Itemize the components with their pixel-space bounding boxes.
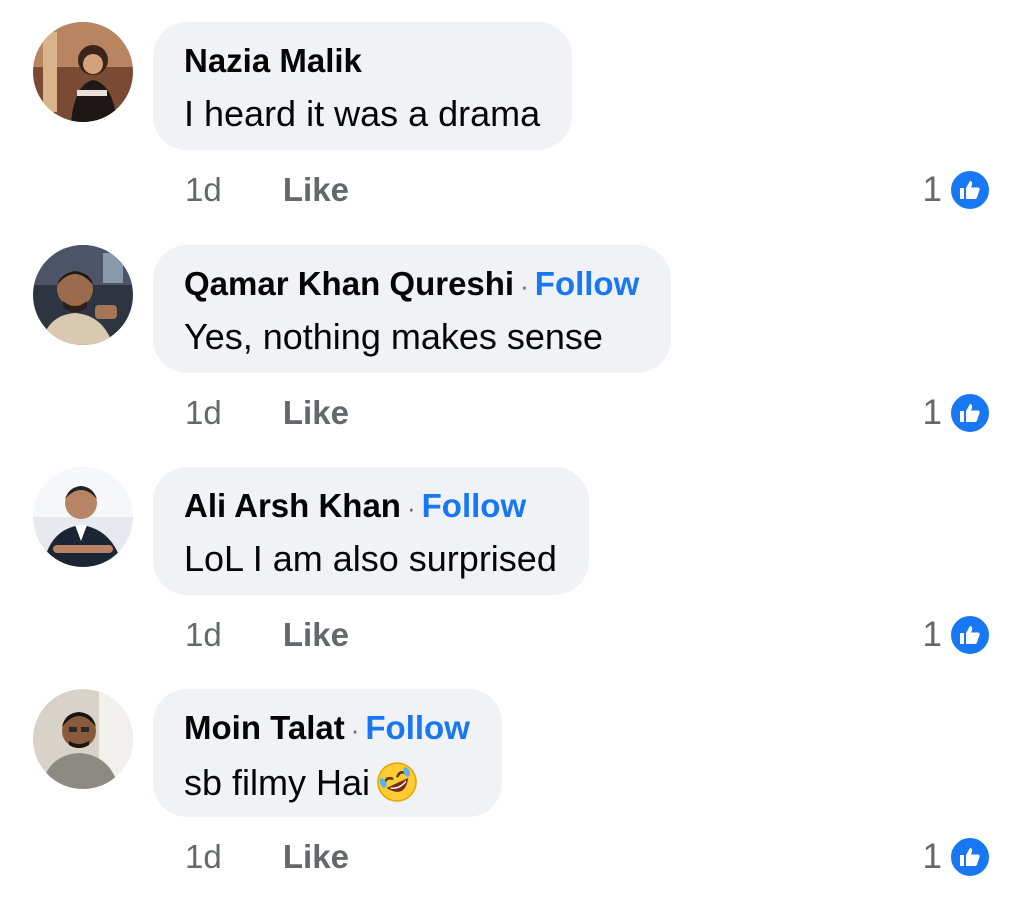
thumbs-up-icon <box>948 168 992 212</box>
reaction-summary[interactable]: 1 <box>923 391 992 435</box>
reaction-summary[interactable]: 1 <box>923 168 992 212</box>
author-name[interactable]: Ali Arsh Khan <box>184 487 401 524</box>
separator-dot: · <box>406 493 416 523</box>
comment-text: LoL I am also surprised <box>184 538 557 579</box>
thumbs-up-icon <box>948 835 992 879</box>
follow-button[interactable]: Follow <box>535 265 639 302</box>
comment-text: sb filmy Hai <box>184 761 470 811</box>
thumbs-up-icon <box>948 613 992 657</box>
rolling-on-floor-laughing-emoji <box>376 761 418 811</box>
comment-bubble: Nazia Malik I heard it was a drama <box>153 22 573 150</box>
avatar[interactable] <box>33 467 133 567</box>
separator-dot: · <box>520 271 529 301</box>
separator-dot: · <box>350 715 360 745</box>
author-name[interactable]: Nazia Malik <box>184 42 362 79</box>
comment-text-content: sb filmy Hai <box>184 762 371 803</box>
like-button[interactable]: Like <box>283 170 349 210</box>
comment-item: Moin Talat · Follow sb filmy Hai 1d Like… <box>0 689 1024 907</box>
reaction-summary[interactable]: 1 <box>923 613 992 657</box>
comment-text: Yes, nothing makes sense <box>184 316 603 357</box>
comment-actions: 1d Like <box>185 615 349 655</box>
reaction-count: 1 <box>922 615 942 654</box>
comment-actions: 1d Like <box>185 170 349 210</box>
author-name[interactable]: Qamar Khan Qureshi <box>184 265 514 302</box>
timestamp[interactable]: 1d <box>185 170 222 210</box>
timestamp[interactable]: 1d <box>185 393 222 433</box>
avatar[interactable] <box>33 245 133 345</box>
reaction-count: 1 <box>922 837 942 876</box>
reaction-summary[interactable]: 1 <box>923 835 992 879</box>
comment-item: Nazia Malik I heard it was a drama 1d Li… <box>0 22 1024 244</box>
reaction-count: 1 <box>922 393 942 432</box>
thumbs-up-icon <box>948 391 992 435</box>
comment-actions: 1d Like <box>185 837 349 877</box>
reaction-count: 1 <box>922 170 942 209</box>
author-name[interactable]: Moin Talat <box>184 709 345 746</box>
timestamp[interactable]: 1d <box>185 837 222 877</box>
comment-item: Qamar Khan Qureshi · Follow Yes, nothing m… <box>0 245 1024 467</box>
timestamp[interactable]: 1d <box>185 615 222 655</box>
like-button[interactable]: Like <box>283 837 349 877</box>
comment-item: Ali Arsh Khan · Follow LoL I am also surpr… <box>0 467 1024 689</box>
comment-bubble: Ali Arsh Khan · Follow LoL I am also surpr… <box>153 467 589 595</box>
avatar[interactable] <box>33 22 133 122</box>
follow-button[interactable]: Follow <box>422 487 526 524</box>
comment-bubble: Moin Talat · Follow sb filmy Hai <box>153 689 502 817</box>
like-button[interactable]: Like <box>283 393 349 433</box>
comment-actions: 1d Like <box>185 393 349 433</box>
comments-list: Nazia Malik I heard it was a drama 1d Li… <box>0 0 1024 907</box>
follow-button[interactable]: Follow <box>365 709 469 746</box>
comment-text: I heard it was a drama <box>184 93 541 134</box>
like-button[interactable]: Like <box>283 615 349 655</box>
comment-bubble: Qamar Khan Qureshi · Follow Yes, nothing m… <box>153 245 672 373</box>
avatar[interactable] <box>33 689 133 789</box>
